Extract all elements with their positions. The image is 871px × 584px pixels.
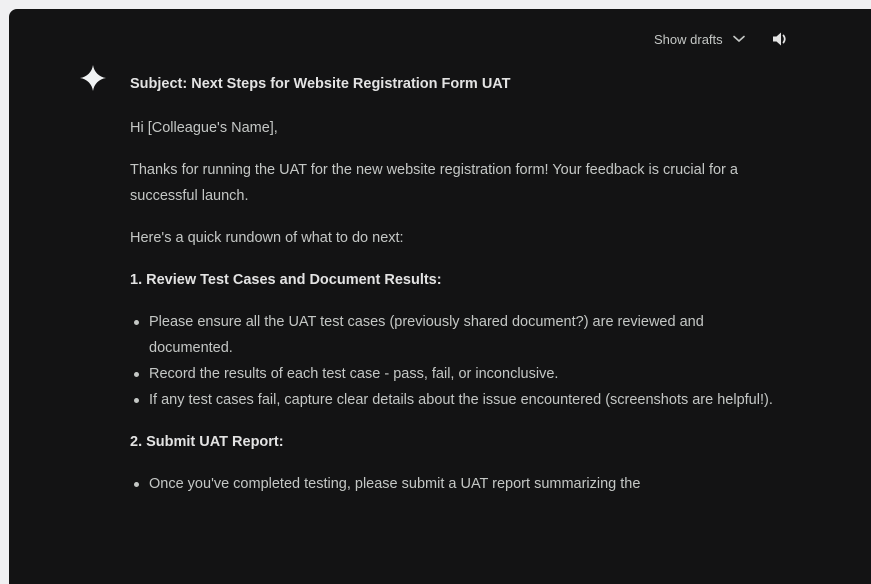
list-item: Please ensure all the UAT test cases (pr… xyxy=(130,309,790,361)
response-panel: Show drafts Subject: Next Steps for Webs… xyxy=(9,9,871,584)
section-heading-submit: 2. Submit UAT Report: xyxy=(130,434,284,450)
show-drafts-button[interactable]: Show drafts xyxy=(654,32,745,47)
email-greeting: Hi [Colleague's Name], xyxy=(130,120,278,136)
response-content: Subject: Next Steps for Website Registra… xyxy=(130,71,790,513)
email-intro: Thanks for running the UAT for the new w… xyxy=(130,162,738,204)
submit-bullet-list: Once you've completed testing, please su… xyxy=(130,471,790,497)
section-heading-review: 1. Review Test Cases and Document Result… xyxy=(130,272,442,288)
read-aloud-button[interactable] xyxy=(772,31,790,47)
response-toolbar: Show drafts xyxy=(654,31,790,47)
review-bullet-list: Please ensure all the UAT test cases (pr… xyxy=(130,309,790,413)
bottom-fade-overlay xyxy=(9,514,871,584)
list-item: Once you've completed testing, please su… xyxy=(130,471,790,497)
gemini-sparkle-icon xyxy=(80,65,106,91)
email-rundown: Here's a quick rundown of what to do nex… xyxy=(130,230,404,246)
list-item: If any test cases fail, capture clear de… xyxy=(130,387,790,413)
list-item: Record the results of each test case - p… xyxy=(130,361,790,387)
volume-icon xyxy=(772,32,786,46)
email-subject: Subject: Next Steps for Website Registra… xyxy=(130,76,511,92)
chevron-down-icon xyxy=(732,35,745,43)
show-drafts-label: Show drafts xyxy=(654,31,723,47)
